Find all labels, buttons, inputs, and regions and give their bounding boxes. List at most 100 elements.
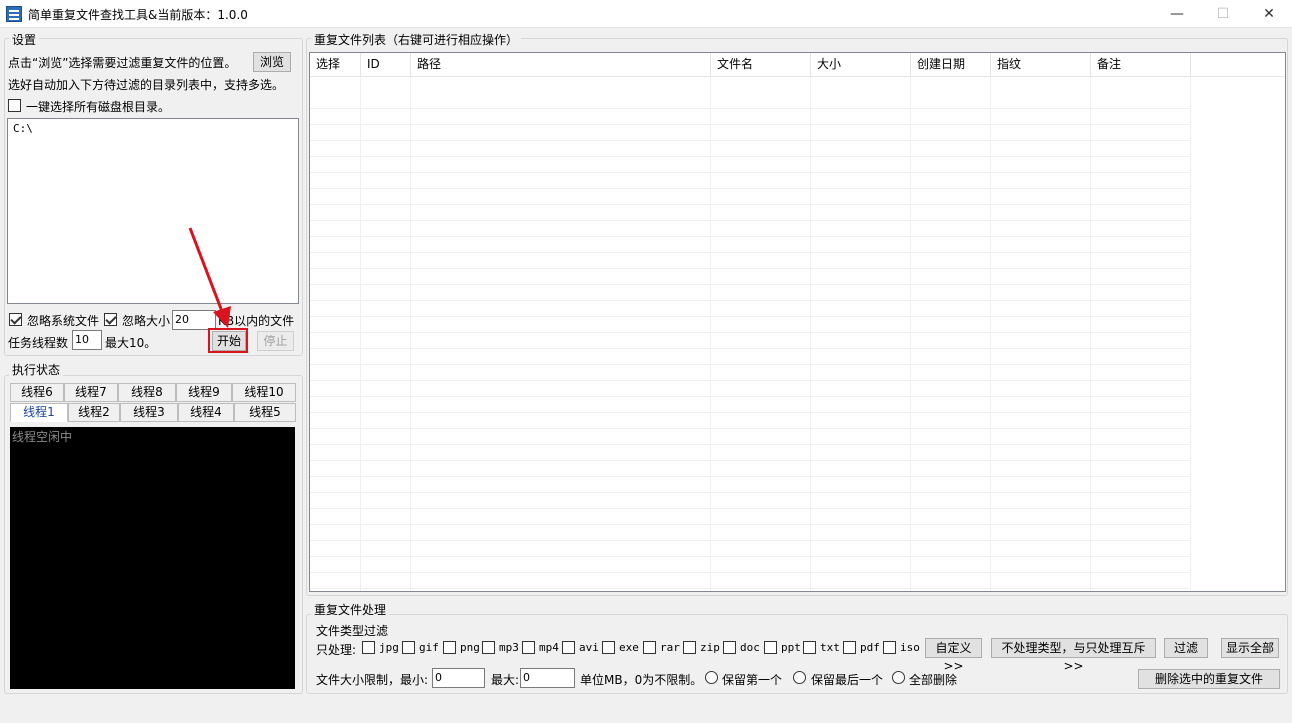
type-txt-checkbox[interactable]: [803, 641, 816, 654]
tab-thread-5[interactable]: 线程5: [234, 403, 296, 422]
column-remark[interactable]: 备注: [1091, 53, 1191, 77]
type-exe-checkbox[interactable]: [602, 641, 615, 654]
type-iso-label: iso: [900, 641, 920, 654]
status-group-title: 执行状态: [9, 361, 64, 378]
table-row[interactable]: [310, 381, 1190, 397]
column-fingerprint[interactable]: 指纹: [991, 53, 1091, 77]
table-row[interactable]: [310, 109, 1190, 125]
table-row[interactable]: [310, 509, 1190, 525]
column-select[interactable]: 选择: [310, 53, 361, 77]
size-unit-hint: 单位MB，0为不限制。: [580, 673, 703, 687]
type-iso-checkbox[interactable]: [883, 641, 896, 654]
table-row[interactable]: [310, 205, 1190, 221]
type-rar-label: rar: [660, 641, 680, 654]
type-pdf-label: pdf: [860, 641, 880, 654]
table-row[interactable]: [310, 333, 1190, 349]
stop-button[interactable]: 停止: [257, 331, 294, 351]
custom-types-button[interactable]: 自定义>>: [925, 638, 982, 673]
ignore-system-files-checkbox[interactable]: [9, 313, 22, 326]
keep-last-label: 保留最后一个: [811, 673, 884, 687]
path-list[interactable]: C:\: [7, 118, 299, 304]
minimize-button[interactable]: —: [1154, 0, 1200, 28]
table-row[interactable]: [310, 157, 1190, 173]
table-row[interactable]: [310, 125, 1190, 141]
tab-thread-8[interactable]: 线程8: [118, 383, 176, 402]
ignore-size-checkbox[interactable]: [104, 313, 117, 326]
table-row[interactable]: [310, 221, 1190, 237]
maximize-button[interactable]: ☐: [1200, 0, 1246, 28]
type-mp4-checkbox[interactable]: [522, 641, 535, 654]
keep-first-radio[interactable]: [705, 671, 718, 684]
table-row[interactable]: [310, 445, 1190, 461]
table-row[interactable]: [310, 141, 1190, 157]
table-row[interactable]: [310, 493, 1190, 509]
path-list-item[interactable]: C:\: [8, 119, 298, 138]
ignore-size-label: 忽略大小: [122, 314, 171, 328]
tab-thread-10[interactable]: 线程10: [232, 383, 296, 402]
table-row[interactable]: [310, 429, 1190, 445]
size-limit-label: 文件大小限制，最小:: [316, 673, 429, 687]
tab-thread-2[interactable]: 线程2: [68, 403, 120, 422]
tab-thread-6[interactable]: 线程6: [10, 383, 64, 402]
table-row[interactable]: [310, 189, 1190, 205]
table-row[interactable]: [310, 301, 1190, 317]
only-process-label: 只处理:: [316, 643, 357, 657]
table-row[interactable]: [310, 253, 1190, 269]
column-size[interactable]: 大小: [811, 53, 911, 77]
max-size-input[interactable]: 0: [520, 668, 575, 688]
type-zip-checkbox[interactable]: [683, 641, 696, 654]
column-filename[interactable]: 文件名: [711, 53, 811, 77]
browse-button[interactable]: 浏览: [253, 52, 291, 72]
keep-last-radio[interactable]: [793, 671, 806, 684]
type-png-checkbox[interactable]: [443, 641, 456, 654]
table-row[interactable]: [310, 349, 1190, 365]
type-png-label: png: [460, 641, 480, 654]
window-title: 简单重复文件查找工具&当前版本：1.0.0: [28, 8, 248, 22]
delete-selected-button[interactable]: 删除选中的重复文件: [1138, 669, 1280, 689]
console-line: 线程空闲中: [12, 430, 73, 444]
type-rar-checkbox[interactable]: [643, 641, 656, 654]
table-row[interactable]: [310, 365, 1190, 381]
type-jpg-checkbox[interactable]: [362, 641, 375, 654]
table-row[interactable]: [310, 237, 1190, 253]
duplicate-files-table[interactable]: 选择 ID 路径 文件名 大小 创建日期 指纹 备注: [309, 52, 1286, 592]
table-row[interactable]: [310, 173, 1190, 189]
tab-thread-4[interactable]: 线程4: [178, 403, 234, 422]
table-row[interactable]: [310, 269, 1190, 285]
show-all-button[interactable]: 显示全部: [1221, 638, 1279, 658]
table-row[interactable]: [310, 525, 1190, 541]
column-created[interactable]: 创建日期: [911, 53, 991, 77]
table-row[interactable]: [310, 285, 1190, 301]
table-row[interactable]: [310, 557, 1190, 573]
tab-thread-9[interactable]: 线程9: [176, 383, 232, 402]
type-mp3-checkbox[interactable]: [482, 641, 495, 654]
table-row[interactable]: [310, 573, 1190, 589]
tab-thread-1[interactable]: 线程1: [10, 403, 68, 422]
table-row[interactable]: [310, 413, 1190, 429]
type-avi-checkbox[interactable]: [562, 641, 575, 654]
exclude-types-button[interactable]: 不处理类型，与只处理互斥>>: [991, 638, 1156, 673]
app-icon: [6, 6, 22, 22]
filter-button[interactable]: 过滤: [1164, 638, 1208, 658]
select-all-drives-checkbox[interactable]: [8, 99, 21, 112]
thread-console: 线程空闲中: [10, 427, 295, 689]
close-button[interactable]: ✕: [1246, 0, 1292, 28]
tab-thread-7[interactable]: 线程7: [64, 383, 118, 402]
type-gif-checkbox[interactable]: [402, 641, 415, 654]
type-doc-checkbox[interactable]: [723, 641, 736, 654]
table-row[interactable]: [310, 317, 1190, 333]
table-row[interactable]: [310, 477, 1190, 493]
delete-all-radio[interactable]: [892, 671, 905, 684]
min-size-input[interactable]: 0: [432, 668, 485, 688]
table-row[interactable]: [310, 461, 1190, 477]
column-id[interactable]: ID: [361, 53, 411, 77]
table-row[interactable]: [310, 397, 1190, 413]
threads-input[interactable]: 10: [72, 330, 102, 350]
table-row[interactable]: [310, 93, 1190, 109]
type-ppt-checkbox[interactable]: [764, 641, 777, 654]
tab-thread-3[interactable]: 线程3: [120, 403, 178, 422]
type-doc-label: doc: [740, 641, 760, 654]
column-path[interactable]: 路径: [411, 53, 711, 77]
table-row[interactable]: [310, 541, 1190, 557]
type-pdf-checkbox[interactable]: [843, 641, 856, 654]
